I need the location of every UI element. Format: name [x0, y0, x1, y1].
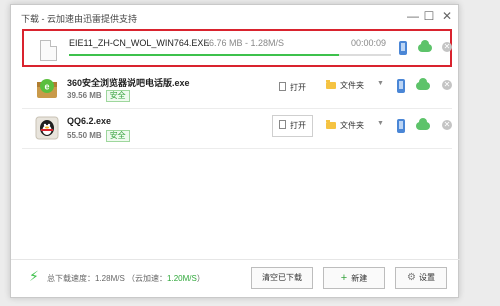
- remove-icon[interactable]: ✕: [442, 42, 452, 52]
- remove-icon[interactable]: ✕: [442, 120, 452, 130]
- desktop-background: 下载 - 云加速由迅雷提供支持 — ☐ ✕ EIE11_ZH-CN_WOL_WI…: [0, 0, 500, 306]
- settings-button[interactable]: ⚙ 设置: [395, 267, 447, 289]
- document-icon: [279, 82, 286, 91]
- cloud-icon[interactable]: [416, 78, 430, 90]
- cloud-icon[interactable]: [418, 40, 432, 52]
- safe-badge: 安全: [105, 130, 130, 142]
- lightning-icon: ⚡: [29, 268, 39, 284]
- title-bar: 下载 - 云加速由迅雷提供支持 — ☐ ✕: [11, 5, 458, 29]
- cloud-icon[interactable]: [416, 118, 430, 130]
- chevron-down-icon[interactable]: ▼: [377, 80, 384, 87]
- progress-bar: [69, 54, 391, 56]
- footer-divider: [11, 259, 460, 260]
- file-name: 360安全浏览器说吧电话版.exe: [67, 78, 190, 88]
- plus-icon: +: [340, 272, 348, 284]
- divider: [22, 148, 452, 149]
- clear-downloaded-button[interactable]: 清空已下载: [251, 267, 313, 289]
- size-speed: 56.76 MB - 1.28M/S: [204, 38, 285, 48]
- total-speed: 总下载速度：1.28M/S （云加速：1.20M/S）: [47, 274, 205, 283]
- file-size: 39.56 MB 安全: [67, 90, 130, 102]
- minimize-button[interactable]: —: [406, 9, 420, 23]
- download-row[interactable]: QQ6.2.exe 55.50 MB 安全 打开 文件夹 ▼ ✕: [22, 109, 452, 147]
- time-remaining: 00:00:09: [351, 38, 387, 48]
- maximize-button[interactable]: ☐: [422, 9, 436, 23]
- open-folder-button[interactable]: 文件夹: [326, 120, 364, 131]
- 360-browser-icon: e: [37, 79, 57, 98]
- file-size: 55.50 MB 安全: [67, 130, 130, 142]
- send-to-phone-icon[interactable]: [397, 79, 405, 93]
- open-folder-button[interactable]: 文件夹: [326, 80, 364, 91]
- svg-text:e: e: [44, 82, 49, 92]
- new-download-button[interactable]: + 新建: [323, 267, 385, 289]
- chevron-down-icon[interactable]: ▼: [377, 120, 384, 127]
- download-row[interactable]: e 360安全浏览器说吧电话版.exe 39.56 MB 安全 打开 文件夹 ▼ …: [22, 69, 452, 107]
- open-file-button[interactable]: 打开: [272, 115, 313, 137]
- progress-bar-fill: [69, 54, 340, 56]
- cloud-speed: 1.20M/S: [167, 274, 197, 283]
- send-to-phone-icon[interactable]: [397, 119, 405, 133]
- open-file-button[interactable]: 打开: [272, 78, 313, 98]
- close-button[interactable]: ✕: [440, 9, 454, 23]
- file-icon: [40, 40, 57, 61]
- file-name: EIE11_ZH-CN_WOL_WIN764.EXE: [69, 38, 210, 48]
- safe-badge: 安全: [105, 90, 130, 102]
- folder-icon: [326, 80, 336, 89]
- qq-penguin-icon: [35, 116, 59, 140]
- window-title: 下载 - 云加速由迅雷提供支持: [21, 14, 137, 24]
- file-name: QQ6.2.exe: [67, 116, 112, 126]
- folder-icon: [326, 120, 336, 129]
- remove-icon[interactable]: ✕: [442, 80, 452, 90]
- download-manager-window: 下载 - 云加速由迅雷提供支持 — ☐ ✕ EIE11_ZH-CN_WOL_WI…: [10, 4, 460, 298]
- gear-icon: ⚙: [407, 272, 416, 283]
- document-icon: [279, 120, 286, 129]
- pause-phone-icon[interactable]: [399, 41, 407, 55]
- download-row-active[interactable]: EIE11_ZH-CN_WOL_WIN764.EXE 56.76 MB - 1.…: [22, 29, 452, 67]
